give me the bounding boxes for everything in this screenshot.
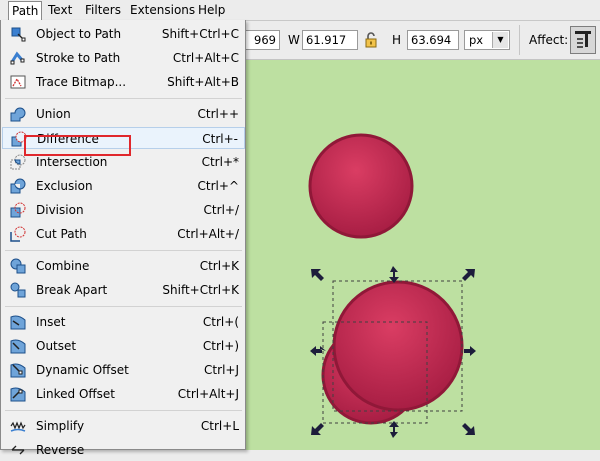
stroke-to-path-icon [10,51,25,65]
menu-item-division[interactable]: Division Ctrl+/ [2,199,245,221]
scale-handle-bottom-left[interactable] [311,423,324,435]
union-icon [10,107,26,122]
menu-item-object-to-path[interactable]: Object to Path Shift+Ctrl+C [2,23,245,45]
menu-item-inset[interactable]: Inset Ctrl+( [2,311,245,333]
break-apart-icon [10,282,26,298]
outset-icon [10,339,26,354]
menu-separator [5,250,242,251]
menu-text[interactable]: Text [45,2,75,18]
menu-bar: Path Text Filters Extensions Help [0,0,600,21]
menu-item-cut-path[interactable]: Cut Path Ctrl+Alt+/ [2,223,245,245]
path-menu: Object to Path Shift+Ctrl+C Stroke to Pa… [0,20,246,457]
menu-item-simplify[interactable]: Simplify Ctrl+L [2,415,245,437]
height-field[interactable]: 63.694 [407,30,459,50]
intersection-icon [10,154,26,170]
inset-icon [10,315,26,330]
trace-bitmap-icon [10,75,26,89]
chevron-down-icon: ▼ [492,32,508,48]
scale-handle-bottom-right[interactable] [462,423,475,435]
toolbar-separator [519,25,520,55]
red-circle-front[interactable] [332,280,464,412]
menu-filters[interactable]: Filters [82,2,124,18]
menu-item-outset[interactable]: Outset Ctrl+) [2,335,245,357]
menu-item-union[interactable]: Union Ctrl++ [2,103,245,125]
simplify-icon [10,421,26,432]
scale-handle-top-right[interactable] [462,269,475,281]
menu-item-trace-bitmap[interactable]: Trace Bitmap... Shift+Alt+B [2,71,245,93]
object-to-path-icon [11,27,26,42]
menu-item-reverse[interactable]: Reverse [2,439,245,461]
scale-handle-bottom[interactable] [389,421,399,438]
menu-separator [5,98,242,99]
unit-select[interactable]: px ▼ [464,30,510,50]
menu-separator [5,410,242,411]
reverse-icon [11,445,25,455]
scale-handle-top[interactable] [389,266,399,283]
menu-item-break-apart[interactable]: Break Apart Shift+Ctrl+K [2,279,245,301]
scale-handle-left[interactable] [310,346,326,356]
menu-item-dynamic-offset[interactable]: Dynamic Offset Ctrl+J [2,359,245,381]
menu-path[interactable]: Path [8,1,43,21]
drawing-canvas[interactable] [246,60,600,450]
combine-icon [10,258,26,274]
canvas-drawing [308,133,476,438]
highlight-annotation-box [24,135,131,156]
menu-item-stroke-to-path[interactable]: Stroke to Path Ctrl+Alt+C [2,47,245,69]
menu-help[interactable]: Help [195,2,228,18]
linked-offset-icon [10,387,26,402]
dynamic-offset-icon [10,363,26,378]
exclusion-icon [10,178,26,194]
menu-item-exclusion[interactable]: Exclusion Ctrl+^ [2,175,245,197]
scale-stroke-icon [575,31,591,48]
affect-stroke-toggle[interactable] [570,26,596,54]
menu-item-combine[interactable]: Combine Ctrl+K [2,255,245,277]
lock-icon[interactable] [364,31,378,49]
menu-extensions[interactable]: Extensions [127,2,198,18]
cut-path-icon [10,226,26,242]
affect-label: Affect: [529,33,569,47]
x-field[interactable]: 969 [240,30,280,50]
menu-item-linked-offset[interactable]: Linked Offset Ctrl+Alt+J [2,383,245,405]
width-field[interactable]: 61.917 [302,30,358,50]
division-icon [10,202,26,218]
w-label: W [288,33,300,47]
h-label: H [392,33,402,47]
scale-handle-right[interactable] [464,346,476,356]
scale-handle-top-left[interactable] [311,269,324,281]
red-circle-top[interactable] [308,133,414,239]
menu-separator [5,306,242,307]
